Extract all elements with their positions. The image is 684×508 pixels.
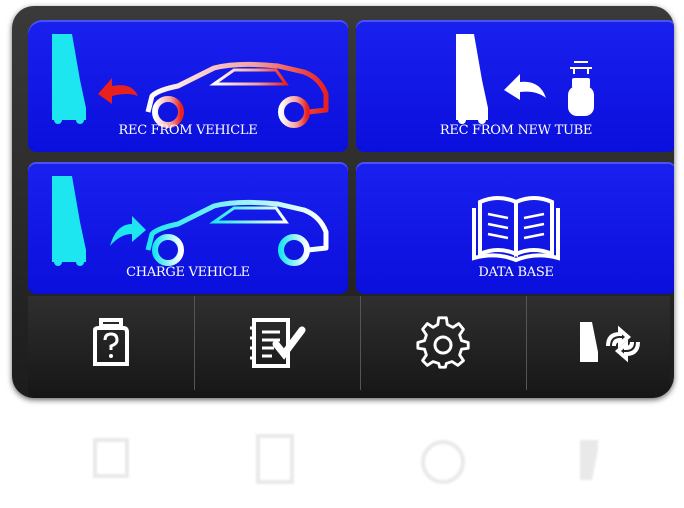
charge-vehicle-label: CHARGE VEHICLE [126, 265, 250, 280]
data-base-button[interactable]: DATA BASE [356, 162, 674, 294]
menu-grid: REC FROM VEHICLE REC FROM NEW TUBE CHARG… [28, 16, 674, 296]
machine-cycle-icon [580, 440, 598, 480]
gear-icon [421, 440, 465, 484]
touch-panel: REC FROM VEHICLE REC FROM NEW TUBE CHARG… [12, 6, 674, 398]
toolbar-reflection [28, 404, 670, 504]
refrigerant-tank-button[interactable] [28, 296, 195, 390]
settings-button[interactable] [360, 296, 527, 390]
gear-icon [416, 316, 470, 369]
data-base-label: DATA BASE [478, 265, 554, 280]
rec-from-new-tube-label: REC FROM NEW TUBE [439, 123, 593, 138]
refrigerant-tank-icon [93, 438, 129, 478]
rec-from-vehicle-label: REC FROM VEHICLE [118, 123, 258, 138]
bottom-toolbar [28, 296, 670, 398]
charge-vehicle-button[interactable]: CHARGE VEHICLE [28, 162, 348, 294]
refrigerant-tank-icon [93, 318, 129, 366]
checklist-icon [250, 318, 306, 368]
checklist-icon [256, 434, 294, 484]
checklist-button[interactable] [194, 296, 361, 390]
rec-from-vehicle-button[interactable]: REC FROM VEHICLE [28, 20, 348, 152]
machine-cycle-icon [580, 322, 640, 363]
machine-cycle-button[interactable] [526, 296, 674, 390]
rec-from-new-tube-button[interactable]: REC FROM NEW TUBE [356, 20, 674, 152]
